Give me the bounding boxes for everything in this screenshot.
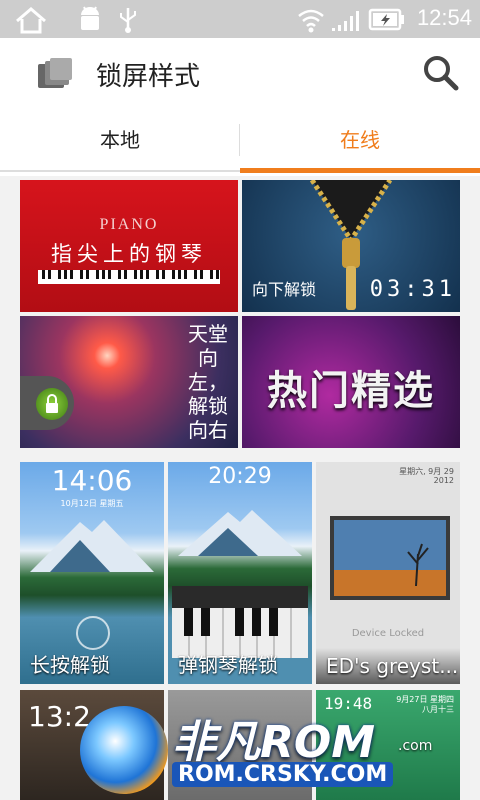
search-icon[interactable]	[422, 54, 460, 92]
app-bar: 锁屏样式	[0, 38, 480, 110]
theme-greystyle-year: 2012	[433, 476, 454, 485]
crsky-logo-icon	[80, 706, 168, 794]
theme-greystyle-label: ED's greyst...	[326, 654, 459, 678]
featured-hot-picks[interactable]: 热门精选	[242, 316, 460, 448]
mountain-image	[30, 520, 154, 572]
app-logo-icon	[38, 58, 72, 88]
mountain-image-2	[178, 510, 302, 556]
status-bar: 12:54	[0, 0, 480, 38]
theme-piano-label: 弹钢琴解锁	[178, 653, 278, 677]
featured-piano-title: PIANO	[99, 216, 159, 233]
theme-long-press-date: 10月12日 星期五	[60, 499, 124, 508]
tab-bar: 本地 在线	[0, 110, 480, 174]
watermark-url: ROM.CRSKY.COM	[172, 762, 394, 787]
status-time: 12:54	[416, 5, 472, 30]
watermark-suffix: .com	[398, 738, 433, 754]
featured-sunset[interactable]: 天堂向左，解锁向右	[20, 316, 238, 448]
theme-long-press[interactable]: 14:06 10月12日 星期五 长按解锁	[20, 462, 164, 684]
piano-keyboard-image	[172, 586, 308, 658]
tab-online[interactable]: 在线	[240, 110, 480, 170]
tab-underline-inactive	[0, 170, 240, 172]
piano-keys-image	[38, 270, 220, 284]
featured-piano[interactable]: PIANO 指尖上的钢琴	[20, 180, 238, 312]
watermark-brand: 非凡ROM	[172, 717, 376, 768]
theme-greystyle-device-text: Device Locked	[351, 628, 425, 639]
theme-long-press-clock: 14:06	[51, 464, 133, 497]
desert-tree-image	[330, 516, 450, 600]
featured-hot-picks-title: 热门精选	[267, 368, 435, 414]
crsky-watermark: 非凡ROM .com ROM.CRSKY.COM	[80, 700, 432, 800]
featured-zipper-caption: 向下解锁	[252, 280, 317, 299]
lock-icon	[36, 388, 68, 420]
lock-ring-icon	[76, 616, 110, 650]
usb-icon	[120, 8, 136, 33]
theme-long-press-label: 长按解锁	[30, 653, 110, 677]
featured-piano-subtitle: 指尖上的钢琴	[51, 242, 207, 266]
theme-piano-clock: 20:29	[208, 464, 272, 489]
theme-greystyle[interactable]: 星期六, 9月 29 2012 Device Locked ED's greys…	[316, 462, 460, 684]
tab-underline-active	[240, 168, 480, 173]
featured-zipper[interactable]: 向下解锁 03:31	[242, 180, 460, 312]
theme-piano-unlock[interactable]: 20:29 弹钢琴解锁	[168, 462, 312, 684]
battery-charging-icon	[368, 8, 404, 31]
signal-icon	[332, 11, 359, 31]
android-debug-icon	[81, 6, 99, 30]
wifi-icon	[298, 9, 324, 33]
tab-local[interactable]: 本地	[0, 110, 240, 170]
featured-sunset-text: 天堂向左，解锁向右	[188, 322, 228, 442]
theme-partial-3-lunar: 八月十三	[422, 705, 454, 714]
featured-zipper-clock: 03:31	[369, 277, 456, 302]
home-icon	[16, 7, 46, 34]
page-title: 锁屏样式	[96, 62, 201, 92]
